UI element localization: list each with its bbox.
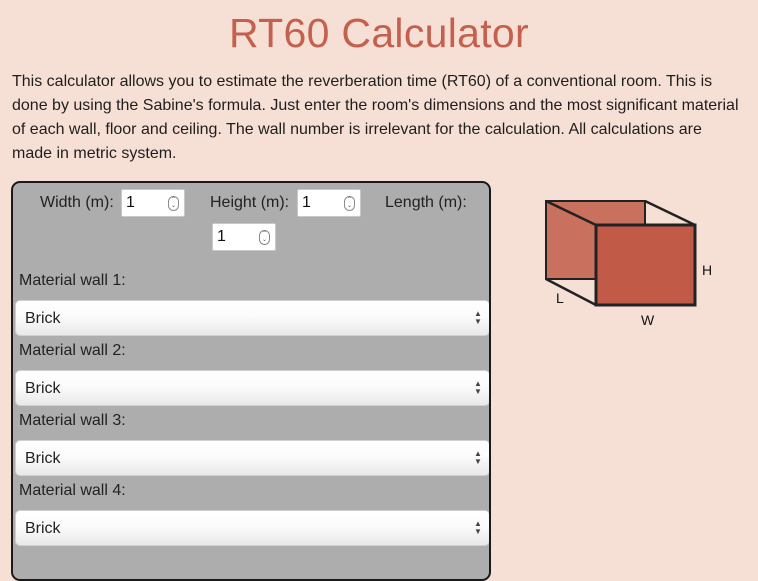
- select-arrows-icon: ▲ ▼: [474, 309, 482, 326]
- front-face: [594, 223, 697, 307]
- material-wall-1-select[interactable]: Brick ▲ ▼: [15, 300, 489, 336]
- width-value: 1: [126, 194, 135, 211]
- calculator-panel: Width (m): 1 ⌃ ⌄ Height (m): 1 ⌃ ⌄ Length …: [11, 181, 491, 581]
- label-w: W: [641, 312, 655, 328]
- label-h: H: [702, 262, 712, 278]
- material-wall-3-label: Material wall 3:: [19, 412, 126, 429]
- material-wall-3-value: Brick: [25, 450, 61, 467]
- room-diagram: H L W: [545, 199, 712, 328]
- width-input[interactable]: 1 ⌃ ⌄: [121, 189, 185, 217]
- material-wall-1-value: Brick: [25, 310, 61, 327]
- select-arrows-icon: ▲ ▼: [474, 379, 482, 396]
- select-arrows-icon: ▲ ▼: [474, 449, 482, 466]
- width-spinner-icon[interactable]: ⌃ ⌄: [168, 196, 179, 211]
- edge-bottom-left: [545, 277, 597, 307]
- length-label: Length (m):: [385, 194, 467, 211]
- material-wall-3-select[interactable]: Brick ▲ ▼: [15, 440, 489, 476]
- label-l: L: [556, 290, 564, 306]
- length-spinner-icon[interactable]: ⌃ ⌄: [259, 230, 270, 245]
- height-spinner-icon[interactable]: ⌃ ⌄: [344, 196, 355, 211]
- intro-text: This calculator allows you to estimate t…: [12, 73, 739, 162]
- material-wall-2-value: Brick: [25, 380, 61, 397]
- page-title: RT60 Calculator: [229, 10, 529, 56]
- length-value: 1: [217, 228, 226, 245]
- material-wall-4-select[interactable]: Brick ▲ ▼: [15, 510, 489, 546]
- height-input[interactable]: 1 ⌃ ⌄: [297, 189, 361, 217]
- material-wall-4-value: Brick: [25, 520, 61, 537]
- select-arrows-icon: ▲ ▼: [474, 519, 482, 536]
- length-input[interactable]: 1 ⌃ ⌄: [212, 223, 276, 251]
- material-wall-4-label: Material wall 4:: [19, 482, 126, 499]
- height-value: 1: [302, 194, 311, 211]
- edge-top-right: [644, 199, 696, 227]
- material-wall-1-label: Material wall 1:: [19, 272, 126, 289]
- width-label: Width (m):: [40, 194, 114, 211]
- height-label: Height (m):: [210, 194, 290, 211]
- material-wall-2-select[interactable]: Brick ▲ ▼: [15, 370, 489, 406]
- material-wall-2-label: Material wall 2:: [19, 342, 126, 359]
